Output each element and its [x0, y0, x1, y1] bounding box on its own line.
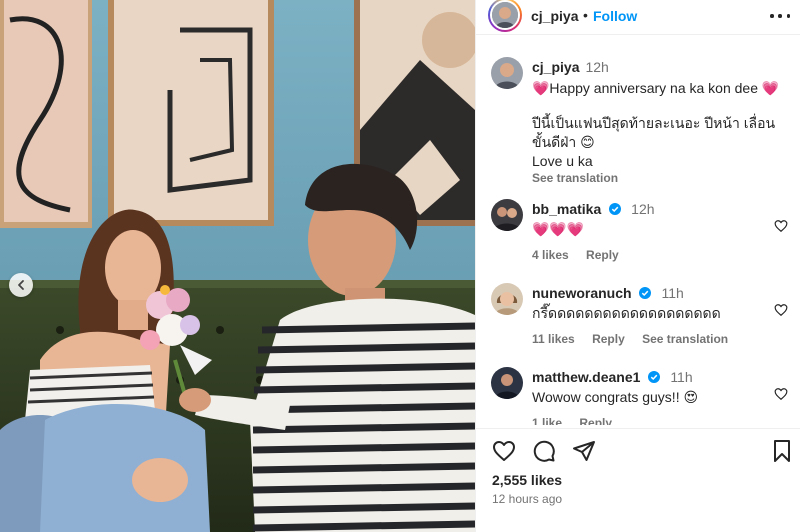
- caption-line-3: Love u ka: [532, 153, 593, 169]
- chevron-left-icon: [18, 280, 24, 290]
- caption-see-translation[interactable]: See translation: [532, 171, 791, 185]
- comment-icon[interactable]: [532, 439, 556, 463]
- comment-avatar[interactable]: [491, 283, 523, 315]
- caption-line-2: ปีนี้เป็นแฟนปีสุดท้ายละเนอะ ปีหน้า เลื่อ…: [532, 115, 776, 150]
- share-icon[interactable]: [572, 439, 596, 463]
- heart-icon[interactable]: [774, 219, 788, 233]
- post-side-panel: cj_piya • Follow cj_piya 12h 💗Happy anniv…: [475, 0, 800, 532]
- header-separator: •: [583, 7, 588, 23]
- author-username[interactable]: cj_piya: [531, 8, 578, 24]
- comment-text: กรี๊ดดดดดดดดดดดดดดดดดดด: [532, 305, 721, 321]
- verified-badge-icon: [608, 203, 621, 215]
- caption-avatar[interactable]: [491, 57, 523, 89]
- post-time-ago: 12 hours ago: [492, 492, 563, 506]
- comment-text: 💗💗💗: [532, 221, 585, 237]
- comment-likes[interactable]: 11 likes: [532, 332, 575, 346]
- caption-line-1: 💗Happy anniversary na ka kon dee 💗: [532, 80, 780, 96]
- comment-reply-button[interactable]: Reply: [579, 416, 612, 425]
- comment-username[interactable]: matthew.deane1: [532, 369, 640, 385]
- likes-count[interactable]: 2,555 likes: [492, 472, 562, 488]
- comment-reply-button[interactable]: Reply: [586, 248, 619, 262]
- comment-see-translation[interactable]: See translation: [642, 332, 728, 346]
- comment-time: 12h: [631, 201, 655, 217]
- comments-list[interactable]: cj_piya 12h 💗Happy anniversary na ka kon …: [476, 47, 800, 425]
- comment-avatar[interactable]: [491, 199, 523, 231]
- follow-button[interactable]: Follow: [593, 8, 637, 24]
- verified-badge-icon: [647, 371, 660, 383]
- verified-badge-icon: [639, 287, 652, 299]
- comment-reply-button[interactable]: Reply: [592, 332, 625, 346]
- author-avatar[interactable]: [488, 0, 522, 32]
- post-header: cj_piya • Follow: [476, 0, 800, 35]
- caption-username[interactable]: cj_piya: [532, 59, 579, 75]
- post-photo: [0, 0, 475, 532]
- comment-text: Wowow congrats guys!! 😍: [532, 389, 699, 405]
- author-avatar-image: [492, 2, 518, 28]
- heart-icon[interactable]: [774, 387, 788, 401]
- more-horizontal-icon[interactable]: [770, 6, 790, 26]
- heart-icon[interactable]: [774, 303, 788, 317]
- comment-likes[interactable]: 1 like: [532, 416, 562, 425]
- comment-likes[interactable]: 4 likes: [532, 248, 569, 262]
- comment-username[interactable]: bb_matika: [532, 201, 601, 217]
- caption-time: 12h: [585, 59, 609, 75]
- bookmark-icon[interactable]: [770, 439, 794, 463]
- couple-photo-illustration: [0, 0, 475, 532]
- carousel-prev-button[interactable]: [9, 273, 33, 297]
- comment-time: 11h: [661, 285, 684, 301]
- comment-avatar[interactable]: [491, 367, 523, 399]
- like-heart-icon[interactable]: [492, 439, 516, 463]
- comment-username[interactable]: nuneworanuch: [532, 285, 632, 301]
- comment-time: 11h: [670, 369, 693, 385]
